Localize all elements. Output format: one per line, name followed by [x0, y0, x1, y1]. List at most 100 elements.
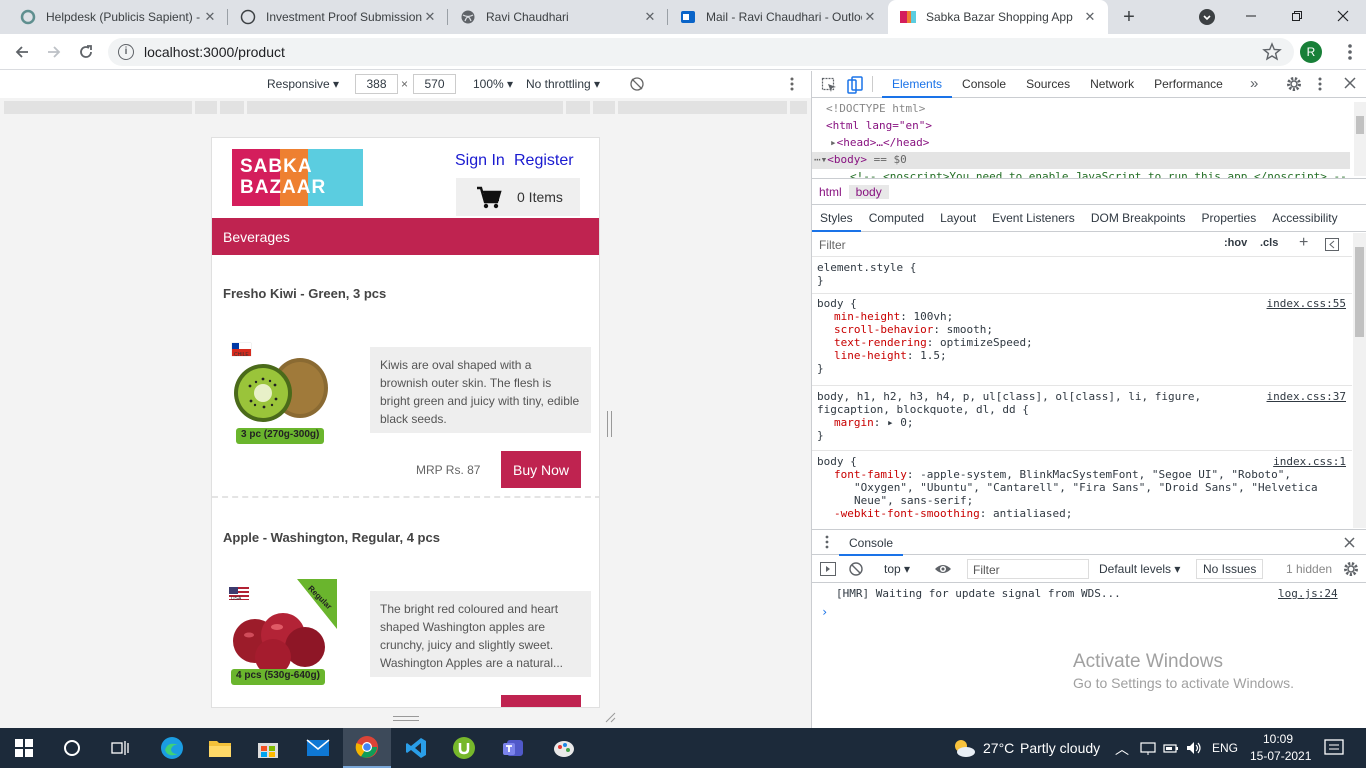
task-view-icon[interactable]: [96, 728, 144, 768]
console-sidebar-icon[interactable]: [820, 562, 836, 576]
tab-elements[interactable]: Elements: [882, 71, 953, 98]
cart-button[interactable]: 0 Items: [456, 178, 580, 216]
styles-scrollbar[interactable]: [1353, 233, 1366, 528]
tab-console[interactable]: Console: [952, 71, 1016, 98]
clear-console-icon[interactable]: [849, 562, 863, 576]
console-settings-gear-icon[interactable]: [1343, 561, 1359, 577]
media-query-segment[interactable]: [4, 101, 192, 114]
hov-toggle[interactable]: :hov: [1224, 237, 1247, 249]
device-mode-select[interactable]: Responsive ▾: [267, 77, 339, 91]
tab-sabka-bazar[interactable]: Sabka Bazar Shopping App ✕: [888, 0, 1108, 34]
media-query-segment[interactable]: [195, 101, 217, 114]
paint-icon[interactable]: [540, 728, 588, 768]
settings-gear-icon[interactable]: [1286, 76, 1302, 92]
notifications-icon[interactable]: [1324, 739, 1344, 757]
site-info-icon[interactable]: i: [118, 44, 134, 60]
buy-now-button[interactable]: Buy Now: [501, 451, 581, 488]
dom-scrollbar[interactable]: [1354, 102, 1366, 176]
css-prop-name[interactable]: min-height: [834, 310, 900, 323]
subtab-computed[interactable]: Computed: [861, 205, 932, 232]
bookmark-star-icon[interactable]: [1262, 42, 1282, 62]
back-icon[interactable]: [8, 38, 36, 66]
edge-icon[interactable]: [148, 728, 196, 768]
dom-html[interactable]: <html lang="en">: [826, 119, 932, 132]
clock-date[interactable]: 15-07-2021: [1250, 749, 1311, 763]
drawer-menu-icon[interactable]: [824, 535, 830, 549]
css-source-link[interactable]: index.css:1: [1273, 455, 1346, 468]
context-select[interactable]: top ▾: [878, 559, 916, 579]
dom-body[interactable]: ⋯▾<body> == $0: [814, 153, 907, 166]
inspect-element-icon[interactable]: [821, 77, 837, 93]
breadcrumb-body[interactable]: body: [848, 184, 889, 199]
viewport-width-input[interactable]: 388: [355, 74, 398, 94]
sign-in-link[interactable]: Sign In: [455, 152, 505, 170]
restore-icon[interactable]: [1274, 0, 1320, 32]
search-icon[interactable]: [48, 728, 96, 768]
chevron-up-icon[interactable]: ︿: [1115, 739, 1129, 759]
subtab-styles[interactable]: Styles: [812, 205, 861, 232]
reload-icon[interactable]: [72, 38, 100, 66]
subtab-accessibility[interactable]: Accessibility: [1264, 205, 1345, 232]
clock-time[interactable]: 10:09: [1263, 732, 1293, 746]
window-close-icon[interactable]: [1320, 0, 1366, 32]
css-prop-value[interactable]: optimizeSpeed;: [940, 336, 1033, 349]
css-source-link[interactable]: index.css:37: [1267, 390, 1346, 403]
more-tabs-icon[interactable]: »: [1250, 75, 1258, 92]
dom-head[interactable]: ▸<head>…</head>: [830, 136, 929, 149]
css-rule-body-1[interactable]: body { index.css:1 font-family: -apple-s…: [812, 452, 1352, 528]
media-query-segment[interactable]: [247, 101, 563, 114]
console-filter-input[interactable]: Filter: [967, 559, 1089, 579]
css-prop-name[interactable]: -webkit-font-smoothing: [834, 507, 980, 520]
category-bar[interactable]: Beverages: [212, 218, 599, 255]
volume-icon[interactable]: [1186, 740, 1202, 756]
mail-icon[interactable]: [294, 728, 342, 768]
windows-start-icon[interactable]: [0, 728, 48, 768]
close-drawer-icon[interactable]: [1344, 537, 1355, 548]
vscode-icon[interactable]: [392, 728, 440, 768]
css-prop-value[interactable]: 100vh;: [913, 310, 953, 323]
tab-helpdesk[interactable]: Helpdesk (Publicis Sapient) - F ✕: [8, 0, 228, 34]
css-prop-value[interactable]: 1.5;: [920, 349, 947, 362]
tab-investment[interactable]: Investment Proof Submission ✕: [228, 0, 448, 34]
weather-text[interactable]: Partly cloudy: [1020, 740, 1100, 756]
weather-temp[interactable]: 27°C: [983, 740, 1014, 756]
media-query-segment[interactable]: [593, 101, 615, 114]
utorrent-icon[interactable]: [440, 728, 488, 768]
input-language[interactable]: ENG: [1212, 741, 1238, 755]
new-style-rule-icon[interactable]: +: [1299, 234, 1308, 252]
console-prompt-icon[interactable]: ›: [821, 605, 828, 619]
register-link[interactable]: Register: [514, 152, 574, 170]
menu-icon[interactable]: [1342, 42, 1358, 62]
tab-sources[interactable]: Sources: [1016, 71, 1080, 98]
toggle-sidebar-icon[interactable]: [1325, 238, 1339, 251]
log-levels-select[interactable]: Default levels ▾: [1093, 559, 1186, 579]
breadcrumb-html[interactable]: html: [812, 185, 849, 199]
viewport-height-input[interactable]: 570: [413, 74, 456, 94]
zoom-select[interactable]: 100% ▾: [473, 77, 513, 91]
css-prop-name[interactable]: text-rendering: [834, 336, 927, 349]
media-query-segment[interactable]: [220, 101, 244, 114]
close-icon[interactable]: ✕: [1082, 9, 1098, 25]
resize-handle-bottom[interactable]: [393, 716, 419, 721]
css-prop-name[interactable]: scroll-behavior: [834, 323, 933, 336]
console-message-source[interactable]: log.js:24: [1278, 587, 1338, 600]
device-options-icon[interactable]: [786, 76, 798, 92]
css-source-link[interactable]: index.css:55: [1267, 297, 1346, 310]
css-rule-body-55[interactable]: body { index.css:55 min-height: 100vh; s…: [812, 294, 1352, 386]
close-icon[interactable]: ✕: [642, 9, 658, 25]
css-rule-reset-37[interactable]: body, h1, h2, h3, h4, p, ul[class], ol[c…: [812, 387, 1352, 451]
close-icon[interactable]: ✕: [202, 9, 218, 25]
css-prop-name[interactable]: margin: [834, 416, 874, 429]
tab-ravi[interactable]: Ravi Chaudhari ✕: [448, 0, 668, 34]
tab-performance[interactable]: Performance: [1144, 71, 1233, 98]
buy-now-button[interactable]: [501, 695, 581, 707]
sabka-bazaar-logo[interactable]: SABKA BAZAAR: [232, 149, 363, 206]
dom-doctype[interactable]: <!DOCTYPE html>: [826, 102, 925, 115]
css-prop-value[interactable]: -apple-system, BlinkMacSystemFont, "Sego…: [920, 468, 1291, 481]
device-toolbar-icon[interactable]: [847, 76, 863, 94]
file-explorer-icon[interactable]: [196, 728, 244, 768]
forward-icon[interactable]: [40, 38, 68, 66]
css-prop-value[interactable]: 0;: [900, 416, 913, 429]
subtab-layout[interactable]: Layout: [932, 205, 984, 232]
css-prop-value[interactable]: smooth;: [947, 323, 993, 336]
